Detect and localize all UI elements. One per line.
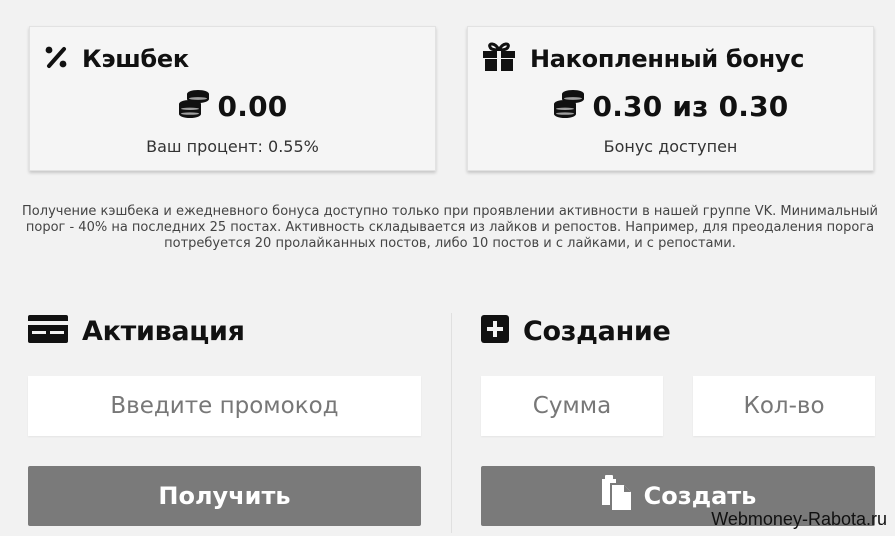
cashback-percent-text: Ваш процент: 0.55% xyxy=(146,137,319,156)
coins-icon xyxy=(178,89,210,123)
create-button-label: Создать xyxy=(643,482,757,510)
credit-card-icon xyxy=(28,315,68,347)
coins-icon xyxy=(553,89,585,123)
percent-icon xyxy=(44,45,68,73)
get-button[interactable]: Получить xyxy=(28,466,421,526)
copy-icon xyxy=(600,475,632,517)
bonus-status-text: Бонус доступен xyxy=(603,137,738,156)
bonus-title: Накопленный бонус xyxy=(530,45,805,73)
quantity-input[interactable] xyxy=(693,376,875,436)
get-button-label: Получить xyxy=(158,482,291,510)
activity-notice: Получение кэшбека и ежедневного бонуса д… xyxy=(22,204,878,251)
cashback-amount: 0.00 xyxy=(30,89,435,123)
section-divider xyxy=(451,313,452,533)
bonus-card: Накопленный бонус 0.30 из 0.30 Бонус дос… xyxy=(467,26,874,171)
gift-icon xyxy=(482,42,516,76)
activation-header: Активация xyxy=(28,312,245,350)
creation-header: Создание xyxy=(481,312,671,350)
bonus-amount: 0.30 из 0.30 xyxy=(468,89,873,123)
cashback-title: Кэшбек xyxy=(82,45,189,73)
activation-title: Активация xyxy=(82,315,245,347)
cashback-header: Кэшбек xyxy=(44,43,189,75)
bonus-value: 0.30 из 0.30 xyxy=(592,89,789,123)
cashback-card: Кэшбек 0.00 Ваш процент: 0.55% xyxy=(29,26,436,171)
watermark: Webmoney-Rabota.ru xyxy=(711,509,887,529)
creation-title: Создание xyxy=(523,315,671,347)
cashback-value: 0.00 xyxy=(217,89,288,123)
bonus-header: Накопленный бонус xyxy=(482,42,805,76)
plus-square-icon xyxy=(481,315,509,347)
sum-input[interactable] xyxy=(481,376,663,436)
promo-code-input[interactable] xyxy=(28,376,421,436)
